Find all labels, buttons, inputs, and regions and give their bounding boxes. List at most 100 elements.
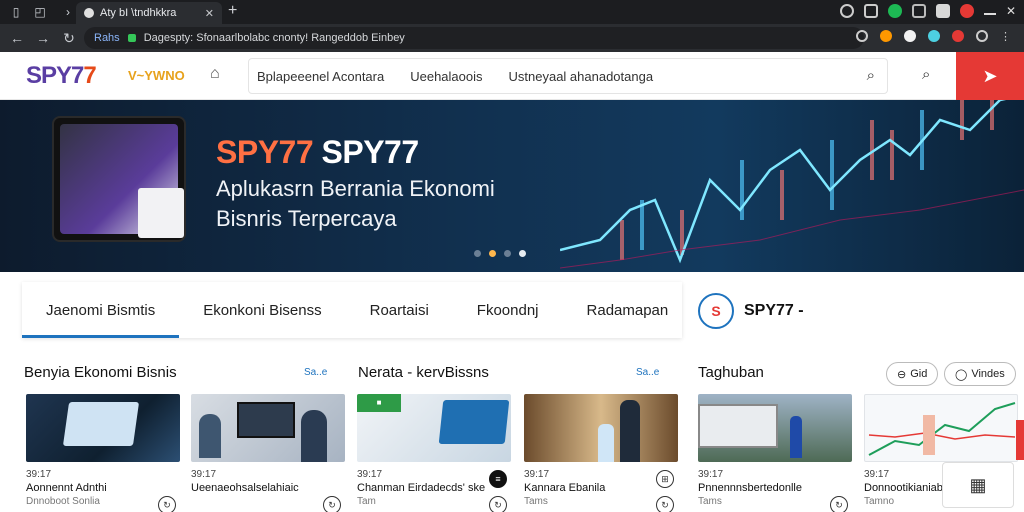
url-prefix: Rahs — [94, 32, 120, 44]
device-mockup — [52, 116, 186, 242]
category-tab-3[interactable]: Fkoondnj — [453, 282, 563, 338]
tab-close-icon[interactable]: ✕ — [205, 7, 214, 20]
address-bar[interactable]: Rahs Dagespty: Sfonaarlbolabc cnonty! Ra… — [84, 27, 864, 49]
extension-square-icon[interactable] — [911, 4, 926, 18]
card-meta: 39:17 — [357, 469, 383, 480]
refresh-icon[interactable]: ↻ — [158, 496, 176, 512]
toolbar-icons: ⋮ — [856, 30, 1012, 43]
list-icon[interactable]: ≡ — [489, 470, 507, 488]
record-red-icon[interactable] — [952, 30, 964, 42]
home-icon[interactable]: ⌂ — [210, 65, 220, 83]
menu-icon[interactable]: ⋮ — [1000, 30, 1012, 43]
article-card-2[interactable]: ■ ≡ 39:17 Chanman Eirdadecds' ske Tam ↻ — [357, 394, 511, 512]
category-tab-2[interactable]: Roartaisi — [346, 282, 453, 338]
section-title-1: Nerata - kervBissns — [358, 364, 489, 381]
card-meta: 39:17 — [191, 469, 217, 480]
refresh-icon[interactable]: ↻ — [323, 496, 341, 512]
filter-pill-videos[interactable]: ◯ Vindes — [944, 362, 1016, 386]
card-title[interactable]: Chanman Eirdadecds' ske — [357, 482, 511, 494]
filter-pill-grid[interactable]: ⊖ Gid — [886, 362, 939, 386]
device-secondary-screen — [138, 188, 184, 238]
refresh-icon[interactable]: ↻ — [830, 496, 848, 512]
refresh-icon[interactable]: ↻ — [489, 496, 507, 512]
window-icon[interactable]: ◰ — [30, 0, 50, 24]
card-thumbnail[interactable]: ■ — [357, 394, 511, 462]
header-nav: Bplapeeenel Acontara Ueehalaoois Ustneya… — [248, 58, 888, 94]
article-card-4[interactable]: 39:17 Pnnennnsbertedonlle Tams ↻ — [698, 394, 852, 512]
card-thumbnail[interactable] — [864, 394, 1018, 462]
record-icon[interactable] — [959, 4, 974, 18]
category-tab-0[interactable]: Jaenomi Bismtis — [22, 282, 180, 338]
qr-code-icon[interactable]: ▦ — [942, 462, 1014, 508]
card-title[interactable]: Ueenaeohsalselahiaic — [191, 482, 345, 494]
nav-item-2[interactable]: Ustneyaal ahanadotanga — [509, 69, 654, 84]
avatar[interactable]: S — [698, 293, 734, 329]
section-more-link-1[interactable]: Sa..e — [636, 367, 659, 378]
nav-item-0[interactable]: Bplapeeenel Acontara — [257, 69, 384, 84]
shield-icon[interactable] — [880, 30, 892, 42]
profile-icon[interactable] — [976, 30, 988, 42]
article-card-1[interactable]: 39:17 Ueenaeohsalselahiaic ↻ — [191, 394, 345, 512]
minimize-icon[interactable] — [983, 7, 996, 15]
hero-trend-line — [560, 100, 1007, 264]
hero-title: SPY77 SPY77 — [216, 134, 419, 170]
back-icon[interactable]: ← — [4, 30, 30, 46]
search-icon[interactable]: ⌕ — [867, 67, 875, 84]
new-tab-button[interactable]: + — [228, 2, 237, 20]
headphone-icon[interactable] — [839, 4, 854, 18]
puzzle-icon[interactable] — [928, 30, 940, 42]
profile-name[interactable]: SPY77 - — [744, 302, 804, 320]
category-tab-1[interactable]: Ekonkoni Bisenss — [179, 282, 345, 338]
close-window-icon[interactable]: ✕ — [1006, 4, 1016, 18]
card-thumbnail[interactable] — [524, 394, 678, 462]
card-title[interactable]: Pnnennnsbertedonlle — [698, 482, 852, 494]
folder-icon[interactable] — [935, 4, 950, 18]
carousel-dot[interactable] — [504, 250, 511, 257]
card-chart-graphic — [868, 402, 1016, 456]
card-thumbnail[interactable] — [698, 394, 852, 462]
category-tab-4[interactable]: Radamapan — [563, 282, 693, 338]
section-title-2: Taghuban — [698, 364, 764, 381]
history-icon[interactable] — [856, 30, 868, 42]
carousel-dot-active[interactable] — [489, 250, 496, 257]
card-footer: Tams — [524, 496, 548, 507]
url-text[interactable]: Dagespty: Sfonaarlbolabc cnonty! Rangedd… — [144, 32, 405, 44]
site-logo[interactable]: SPY77 — [26, 62, 97, 90]
grid-icon[interactable]: ⊞ — [656, 470, 674, 488]
card-thumbnail[interactable] — [191, 394, 345, 462]
carousel-dot[interactable] — [474, 250, 481, 257]
site-header: SPY77 V~YWNO ⌂ Bplapeeenel Acontara Ueeh… — [0, 52, 1024, 100]
nav-item-1[interactable]: Ueehalaoois — [410, 69, 482, 84]
sub-logo: V~YWNO — [128, 68, 185, 83]
tab-scroll-icon[interactable]: › — [58, 0, 78, 24]
carousel-dot[interactable] — [519, 250, 526, 257]
browser-tab-active[interactable]: Aty bI \tndhkkra ✕ — [76, 2, 222, 24]
article-card-0[interactable]: 39:17 Aonnennt Adnthi Dnnoboot Sonlia ↻ — [26, 394, 180, 512]
profile-card[interactable]: S SPY77 - — [698, 288, 898, 334]
gift-icon[interactable] — [904, 30, 916, 42]
browser-tabbar: ▯ ◰ › Aty bI \tndhkkra ✕ + ✕ — [0, 0, 1024, 24]
reload-icon[interactable]: ↻ — [56, 30, 82, 47]
forward-icon[interactable]: → — [30, 30, 56, 46]
extension-icons: ✕ — [839, 4, 1016, 18]
brand-badge-icon[interactable]: ➤ — [956, 52, 1024, 100]
reader-icon[interactable] — [863, 4, 878, 18]
lock-icon[interactable] — [127, 34, 136, 42]
card-footer: Tams — [698, 496, 722, 507]
section-more-link-0[interactable]: Sa..e — [304, 367, 327, 378]
spotify-icon[interactable] — [887, 4, 902, 18]
hero-chart-graphic — [560, 100, 1024, 269]
browser-toolbar: ← → ↻ Rahs Dagespty: Sfonaarlbolabc cnon… — [0, 24, 1024, 52]
card-footer: Dnnoboot Sonlia — [26, 496, 100, 507]
article-card-3[interactable]: ⊞ 39:17 Kannara Ebanila Tams ↻ — [524, 394, 678, 512]
hero-trend-line-secondary — [560, 189, 1024, 269]
chat-icon: ◯ — [955, 368, 968, 381]
refresh-icon[interactable]: ↻ — [656, 496, 674, 512]
tab-favicon-icon — [84, 8, 94, 18]
card-title[interactable]: Aonnennt Adnthi — [26, 482, 180, 494]
section-title-0: Benyia Ekonomi Bisnis — [24, 364, 177, 381]
card-title[interactable]: Kannara Ebanila — [524, 482, 678, 494]
window-menu-icon[interactable]: ▯ — [6, 0, 26, 24]
card-thumbnail[interactable] — [26, 394, 180, 462]
search-icon-secondary[interactable]: ⌕ — [922, 66, 930, 83]
